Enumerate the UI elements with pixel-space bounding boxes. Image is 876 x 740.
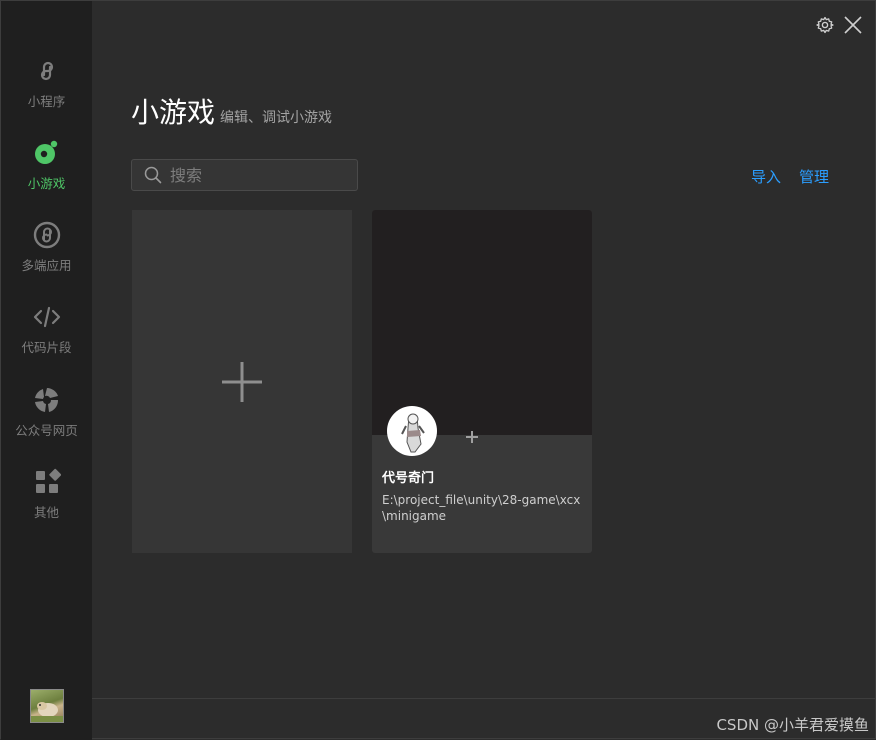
- watermark: CSDN @小羊君爱摸鱼: [716, 716, 869, 734]
- project-preview: [372, 210, 592, 435]
- page-title: 小游戏: [131, 96, 216, 129]
- close-icon[interactable]: [843, 15, 863, 35]
- new-project-card[interactable]: [132, 210, 352, 553]
- sidebar-item-others[interactable]: 其他: [1, 468, 92, 538]
- project-icon: [387, 406, 437, 456]
- sidebar-item-label: 其他: [33, 505, 59, 520]
- settings-gear-icon[interactable]: [815, 15, 835, 35]
- miniprogram-icon: [40, 61, 53, 81]
- app-window: 小程序 小游戏 多端应用 代码片段 公众号网页 其他 小游戏 编辑、调试小游戏 …: [0, 0, 876, 740]
- sidebar: 小程序 小游戏 多端应用 代码片段 公众号网页 其他: [1, 1, 92, 740]
- sidebar-item-minigame[interactable]: 小游戏: [1, 139, 92, 209]
- sidebar-item-multiplatform[interactable]: 多端应用: [1, 221, 92, 291]
- avatar-image: [31, 702, 63, 722]
- plus-icon: [222, 361, 262, 402]
- sidebar-item-label: 公众号网页: [15, 423, 78, 438]
- project-card[interactable]: 代号奇门 E:\project_file\unity\28-game\xcx\m…: [372, 210, 592, 553]
- sidebar-item-label: 代码片段: [21, 340, 72, 355]
- sidebar-item-official-account[interactable]: 公众号网页: [1, 386, 92, 456]
- minigame-icon: [34, 140, 57, 164]
- others-icon: [35, 468, 61, 493]
- search-box[interactable]: [131, 159, 358, 191]
- search-icon: [144, 166, 162, 184]
- search-input[interactable]: [168, 164, 352, 186]
- manage-button[interactable]: 管理: [799, 166, 829, 187]
- sidebar-item-label: 小游戏: [27, 176, 66, 191]
- official-account-icon: [34, 388, 58, 412]
- sidebar-item-label: 多端应用: [21, 258, 72, 273]
- sidebar-item-label: 小程序: [27, 94, 66, 109]
- sidebar-item-code-snippet[interactable]: 代码片段: [1, 303, 92, 373]
- loading-spinner-icon: [466, 431, 478, 443]
- project-path: E:\project_file\unity\28-game\xcx\miniga…: [382, 493, 581, 523]
- project-name: 代号奇门: [382, 471, 435, 486]
- titlebar-controls: [815, 15, 863, 35]
- code-snippet-icon: [33, 306, 60, 328]
- sidebar-item-miniprogram[interactable]: 小程序: [1, 57, 92, 127]
- import-button[interactable]: 导入: [751, 166, 781, 187]
- footer-divider: [92, 698, 876, 699]
- page-subtitle: 编辑、调试小游戏: [220, 110, 332, 126]
- multiplatform-icon: [33, 221, 60, 249]
- avatar[interactable]: [30, 689, 64, 723]
